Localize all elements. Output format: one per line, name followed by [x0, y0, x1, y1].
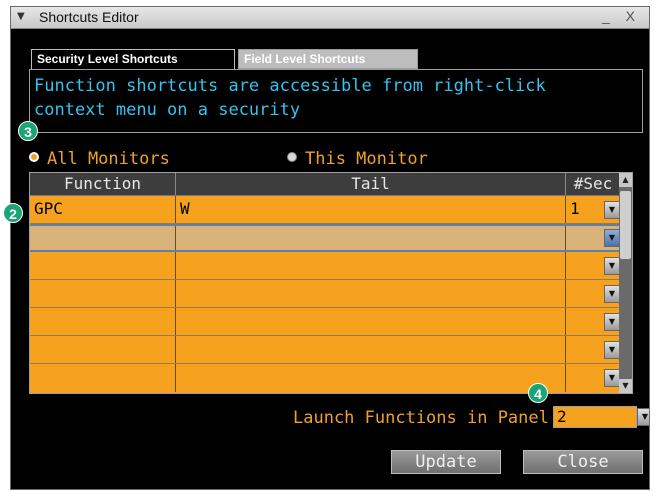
scroll-thumb[interactable] [620, 191, 631, 259]
cell-tail[interactable] [176, 226, 566, 250]
update-button[interactable]: Update [391, 450, 501, 474]
table-row[interactable]: ▼ [30, 336, 632, 364]
cell-tail[interactable] [176, 252, 566, 279]
cell-function[interactable] [30, 226, 176, 250]
info-line-1: Function shortcuts are accessible from r… [34, 76, 546, 96]
info-message: Function shortcuts are accessible from r… [29, 69, 643, 133]
sec-dropdown-button[interactable]: ▼ [604, 341, 620, 359]
radio-this-monitor[interactable]: This Monitor [287, 147, 428, 171]
cell-function[interactable] [30, 364, 176, 392]
launch-panel-select[interactable]: 2 [553, 406, 637, 428]
shortcuts-grid: Function Tail #Sec GPC W 1 ▼ ▼ ▼ ▼ ▼ ▼ ▼… [29, 172, 633, 394]
launch-panel-dropdown-icon[interactable]: ▼ [637, 408, 649, 426]
sec-dropdown-button[interactable]: ▼ [604, 285, 620, 303]
table-row[interactable]: ▼ [30, 308, 632, 336]
sec-dropdown-button[interactable]: ▼ [604, 257, 620, 275]
cell-tail[interactable] [176, 280, 566, 307]
cell-function[interactable] [30, 308, 176, 335]
window-controls[interactable]: _ X [602, 8, 641, 24]
cell-tail[interactable]: W [176, 196, 566, 223]
scroll-down-arrow-icon[interactable]: ▼ [619, 379, 632, 393]
info-line-2: context menu on a security [34, 100, 301, 120]
tab-field-level-shortcuts[interactable]: Field Level Shortcuts [238, 49, 418, 69]
column-header-sec[interactable]: #Sec [566, 173, 621, 195]
callout-badge-3: 3 [18, 121, 38, 141]
grid-scrollbar[interactable]: ▲ ▼ [619, 173, 632, 393]
sec-dropdown-button[interactable]: ▼ [604, 313, 620, 331]
close-button[interactable]: Close [523, 450, 643, 474]
table-row[interactable]: ▼ [30, 280, 632, 308]
cell-function[interactable] [30, 252, 176, 279]
launch-functions-label: Launch Functions in Panel [293, 408, 549, 428]
sec-dropdown-button[interactable]: ▼ [604, 229, 620, 247]
shortcuts-editor-window: ▼ Shortcuts Editor _ X Security Level Sh… [10, 6, 650, 490]
callout-badge-4: 4 [528, 383, 548, 403]
window-title: Shortcuts Editor [39, 9, 139, 25]
sec-dropdown-button[interactable]: ▼ [604, 201, 620, 219]
title-bar[interactable]: ▼ Shortcuts Editor _ X [11, 7, 649, 29]
cell-tail[interactable] [176, 336, 566, 363]
scroll-up-arrow-icon[interactable]: ▲ [619, 173, 632, 187]
callout-badge-2: 2 [3, 203, 23, 223]
grid-header: Function Tail #Sec [30, 173, 632, 196]
column-header-tail[interactable]: Tail [176, 173, 566, 195]
radio-all-monitors-label: All Monitors [47, 149, 170, 169]
column-header-function[interactable]: Function [30, 173, 176, 195]
radio-all-monitors[interactable]: All Monitors [29, 147, 170, 171]
launch-panel-value: 2 [557, 407, 567, 426]
radio-selected-icon [29, 152, 39, 162]
table-row[interactable]: ▼ [30, 252, 632, 280]
cell-tail[interactable] [176, 308, 566, 335]
sec-dropdown-button[interactable]: ▼ [604, 369, 620, 387]
window-menu-triangle-icon[interactable]: ▼ [17, 11, 25, 22]
cell-function[interactable] [30, 336, 176, 363]
cell-function[interactable]: GPC [30, 196, 176, 223]
radio-unselected-icon [287, 152, 297, 162]
cell-function[interactable] [30, 280, 176, 307]
cell-tail[interactable] [176, 364, 566, 392]
table-row[interactable]: GPC W 1 ▼ [30, 196, 632, 224]
radio-this-monitor-label: This Monitor [305, 149, 428, 169]
table-row[interactable]: ▼ [30, 224, 632, 252]
tab-security-level-shortcuts[interactable]: Security Level Shortcuts [31, 49, 235, 69]
